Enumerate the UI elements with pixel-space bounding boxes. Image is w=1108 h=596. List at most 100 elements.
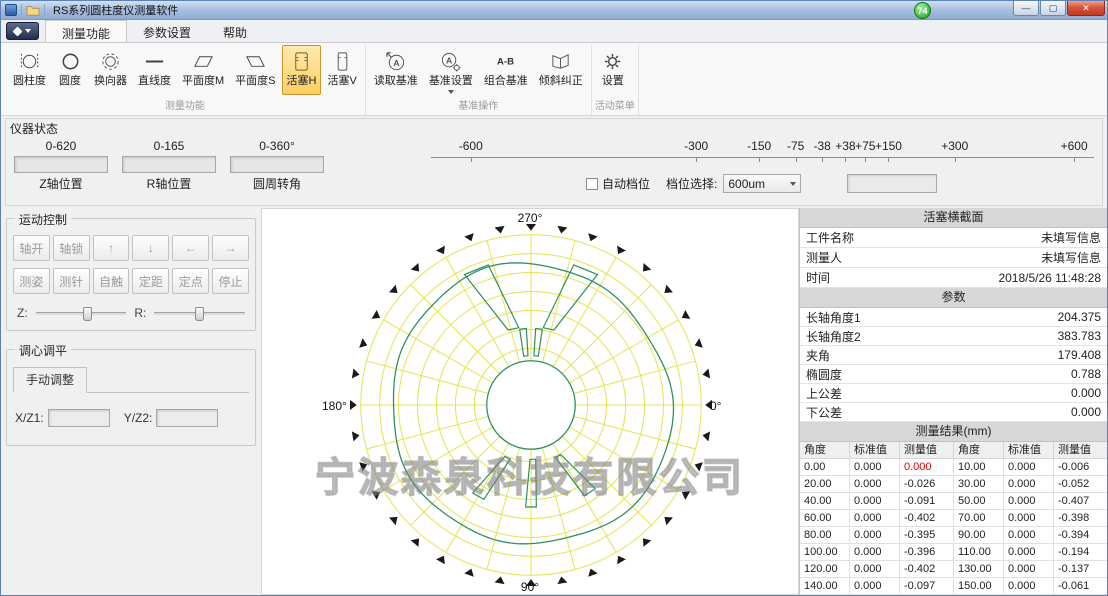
ribbon-button-flatness-s[interactable]: 平面度S <box>230 45 280 95</box>
table-row: 100.000.000-0.396110.000.000-0.194 <box>800 544 1107 561</box>
ribbon-button-label: 平面度S <box>235 75 275 88</box>
info-label: 上公差 <box>806 385 842 402</box>
open-file-icon[interactable] <box>26 4 40 16</box>
flatness-m-icon <box>192 48 215 75</box>
motion-button[interactable]: ← <box>172 235 209 261</box>
piston-v-icon <box>331 48 354 75</box>
ruler-tick <box>955 157 956 162</box>
ribbon-button-roundness[interactable]: 圆度 <box>52 45 88 95</box>
ruler-mark: -150 <box>747 139 771 153</box>
instrument-status-panel: 仪器状态 0-620Z轴位置0-165R轴位置 0-360° 圆周转角 -600-3… <box>5 118 1103 206</box>
ribbon-button-label: 换向器 <box>94 75 127 88</box>
motion-control-group: 运动控制 轴开轴锁↑↓←→ 测姿测针自触定距定点停止 Z:R: <box>6 218 256 331</box>
leveling-field: X/Z1: <box>15 409 110 427</box>
motion-button[interactable]: ↑ <box>93 235 130 261</box>
table-cell: 20.00 <box>800 476 850 493</box>
ribbon-button-piston-v[interactable]: 活塞V <box>322 45 361 95</box>
ribbon-button-straightness[interactable]: 直线度 <box>133 45 176 95</box>
ruler-tick <box>888 157 889 162</box>
motion-button[interactable]: → <box>212 235 249 261</box>
axis-readout: 0-165R轴位置 <box>119 139 219 192</box>
ribbon-button-commutator[interactable]: 换向器 <box>89 45 132 95</box>
info-value: 2018/5/26 11:48:28 <box>998 271 1101 285</box>
leveling-input[interactable] <box>48 409 110 427</box>
minimize-button[interactable]: — <box>1013 1 1039 16</box>
info-label: 夹角 <box>806 347 830 364</box>
table-cell: 0.000 <box>850 459 900 476</box>
slider-thumb[interactable] <box>83 307 92 321</box>
ribbon-button-flatness-m[interactable]: 平面度M <box>177 45 229 95</box>
info-label: 测量人 <box>806 249 842 266</box>
table-row: 80.000.000-0.39590.000.000-0.394 <box>800 527 1107 544</box>
motion-button[interactable]: 停止 <box>212 268 249 294</box>
table-cell: -0.061 <box>1054 578 1107 595</box>
ribbon-button-settings[interactable]: 设置 <box>595 45 631 95</box>
ruler-tick <box>1074 157 1075 162</box>
ribbon-button-combined-datum[interactable]: A-B组合基准 <box>479 45 533 95</box>
gear-select[interactable]: 600um <box>723 174 801 193</box>
maximize-button[interactable]: ▢ <box>1040 1 1066 16</box>
app-menu-button[interactable] <box>6 22 39 40</box>
leveling-field-label: Y/Z2: <box>124 411 153 425</box>
ribbon-group: A读取基准A基准设置A-B组合基准倾斜纠正基准操作 <box>366 45 592 115</box>
ribbon-button-label: 圆度 <box>59 75 81 88</box>
panel-title: 仪器状态 <box>10 120 58 137</box>
table-cell: 0.000 <box>850 561 900 578</box>
info-label: 长轴角度1 <box>806 309 861 326</box>
axis-range-label: 0-360° <box>227 139 327 153</box>
axis-name-label: 圆周转角 <box>227 175 327 192</box>
ribbon-button-label: 圆柱度 <box>13 75 46 88</box>
info-value: 0.000 <box>1071 405 1101 419</box>
menu-tab[interactable]: 测量功能 <box>45 20 127 43</box>
motion-button[interactable]: 定点 <box>172 268 209 294</box>
section-header: 活塞横截面 <box>800 208 1107 228</box>
svg-text:A: A <box>446 55 452 65</box>
recorder-badge: 74 <box>914 2 931 19</box>
table-cell: -0.097 <box>900 578 954 595</box>
info-row: 测量人未填写信息 <box>800 248 1107 268</box>
axis-readout: 0-620Z轴位置 <box>11 139 111 192</box>
ribbon-button-cylindricity[interactable]: 圆柱度 <box>8 45 51 95</box>
window-title: RS系列圆柱度仪测量软件 <box>53 2 178 18</box>
info-row: 椭圆度0.788 <box>800 365 1107 384</box>
info-value: 204.375 <box>1058 310 1101 324</box>
ribbon-button-read-datum[interactable]: A读取基准 <box>369 45 423 95</box>
leveling-input[interactable] <box>156 409 218 427</box>
ribbon-button-datum-settings[interactable]: A基准设置 <box>424 45 478 95</box>
slider-thumb[interactable] <box>195 307 204 321</box>
range-ruler: -600-300-150-75-38+38+75+150+300+600 <box>431 139 1094 171</box>
table-cell: 0.000 <box>1004 476 1054 493</box>
ribbon-button-label: 活塞H <box>287 75 317 88</box>
menu-tab[interactable]: 参数设置 <box>127 20 207 42</box>
table-header-cell: 标准值 <box>1004 442 1054 459</box>
table-cell: 50.00 <box>954 493 1004 510</box>
ruler-mark: +150 <box>875 139 902 153</box>
tilt-correction-icon <box>549 48 572 75</box>
gear-display-field[interactable] <box>847 174 937 193</box>
motion-button[interactable]: 测针 <box>53 268 90 294</box>
slider-label: R: <box>134 306 146 320</box>
motion-button[interactable]: 轴锁 <box>53 235 90 261</box>
motion-button[interactable]: 轴开 <box>13 235 50 261</box>
motion-button[interactable]: 自触 <box>93 268 130 294</box>
manual-adjust-tab[interactable]: 手动调整 <box>13 367 87 393</box>
axis-slider[interactable] <box>36 312 127 315</box>
chevron-down-icon <box>790 182 796 186</box>
axis-slider[interactable] <box>154 312 245 315</box>
ribbon-group: 圆柱度圆度换向器直线度平面度M平面度S活塞H活塞V测量功能 <box>5 45 366 115</box>
auto-gear-checkbox[interactable]: 自动档位 <box>586 175 650 192</box>
svg-text:A-B: A-B <box>497 56 514 67</box>
commutator-icon <box>99 48 122 75</box>
info-row: 长轴角度2383.783 <box>800 327 1107 346</box>
ribbon-button-piston-h[interactable]: 活塞H <box>282 45 322 95</box>
table-cell: 150.00 <box>954 578 1004 595</box>
ribbon-button-tilt-correction[interactable]: 倾斜纠正 <box>534 45 588 95</box>
motion-button[interactable]: 测姿 <box>13 268 50 294</box>
motion-button[interactable]: 定距 <box>132 268 169 294</box>
close-button[interactable]: ✕ <box>1067 1 1105 16</box>
table-cell: 120.00 <box>800 561 850 578</box>
motion-button[interactable]: ↓ <box>132 235 169 261</box>
menu-tab[interactable]: 帮助 <box>207 20 263 42</box>
angle-label: 0° <box>710 399 721 413</box>
checkbox-box-icon[interactable] <box>586 178 598 190</box>
